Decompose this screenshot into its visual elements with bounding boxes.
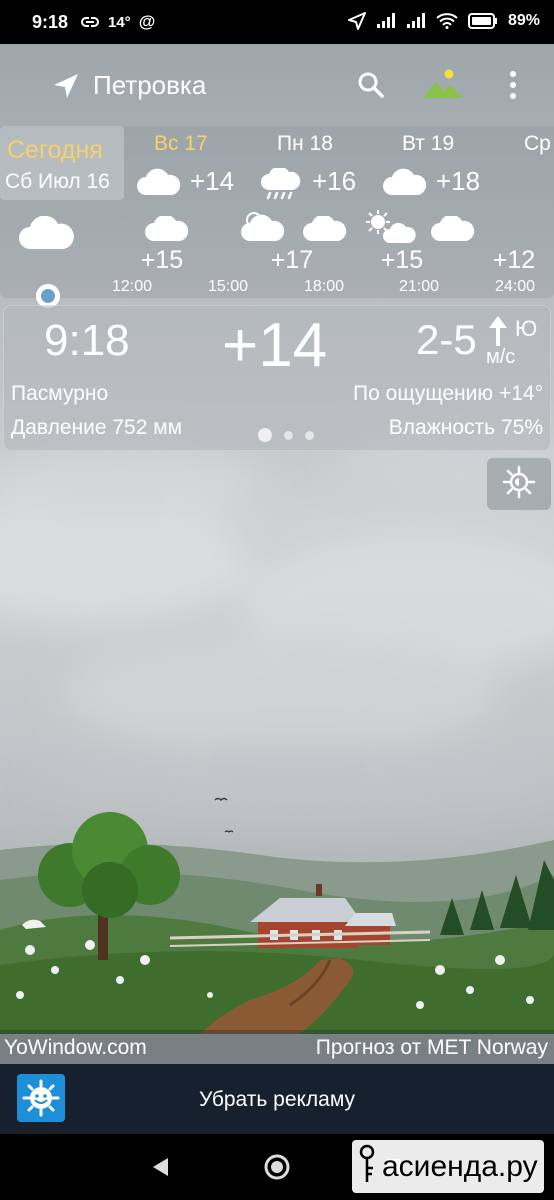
battery-icon <box>467 13 498 29</box>
location-arrow-icon[interactable] <box>52 72 80 105</box>
sun-cloud-icon <box>364 208 416 249</box>
cloud-icon <box>18 215 76 255</box>
day-tab-sun[interactable]: Вс 17 +14 <box>136 132 236 196</box>
hourly-forecast: +15 +17 +15 +12 12:00 15:00 18:00 21:00 … <box>0 208 554 308</box>
cloud-icon <box>144 214 190 247</box>
signal-icon-1 <box>376 13 396 29</box>
met-norway-credit[interactable]: Прогноз от MET Norway <box>316 1036 548 1060</box>
wind-direction: Ю <box>515 316 538 341</box>
page-indicator <box>258 428 314 442</box>
landscape-illustration <box>0 780 554 1034</box>
wind-unit: м/с <box>486 346 516 368</box>
wifi-icon <box>436 13 458 29</box>
day-tab-wed[interactable]: Ср <box>504 132 554 156</box>
day-name: Вт 19 <box>402 132 455 155</box>
yowindow-link[interactable]: YoWindow.com <box>4 1036 147 1060</box>
today-label: Сегодня <box>7 136 103 164</box>
watermark: асиенда.ру <box>352 1140 544 1193</box>
status-icons-left: 14° @ <box>80 12 155 32</box>
navigation-icon <box>347 12 366 30</box>
home-icon[interactable] <box>264 1154 290 1185</box>
credits-bar: YoWindow.com Прогноз от MET Norway <box>0 1030 554 1064</box>
cloud-icon <box>430 214 476 247</box>
cloud-icon <box>302 214 348 247</box>
hour-time: 18:00 <box>303 278 345 295</box>
feels-like: По ощущению +14° <box>353 382 543 405</box>
hour-time: 24:00 <box>494 278 536 295</box>
day-tab-mon[interactable]: Пн 18 +16 <box>260 132 370 200</box>
hour-temp: +15 <box>380 246 424 274</box>
key-icon <box>356 1144 378 1189</box>
rain-cloud-icon <box>260 166 302 207</box>
day-temp: +14 <box>190 166 235 196</box>
at-sign-icon: @ <box>138 12 156 31</box>
sun-moon-icon <box>502 465 536 504</box>
forecast-panel: Сегодня Сб Июл 16 Вс 17 +14 Пн 18 +16 Вт… <box>0 126 554 308</box>
hour-time: 12:00 <box>111 278 153 295</box>
status-bar: 9:18 14° @ 89% <box>0 0 554 44</box>
pressure: Давление 752 мм <box>11 416 183 439</box>
remove-ads-label: Убрать рекламу <box>198 1088 356 1111</box>
humidity: Влажность 75% <box>388 416 543 439</box>
day-name: Вс 17 <box>154 132 208 155</box>
search-icon[interactable] <box>356 70 386 105</box>
bird <box>214 797 228 802</box>
cloud-icon <box>136 168 182 201</box>
cloud-icon <box>382 168 428 201</box>
hour-time: 15:00 <box>207 278 249 295</box>
page-dot-active <box>258 428 272 442</box>
landscape-icon[interactable] <box>421 68 465 105</box>
back-icon[interactable] <box>150 1156 170 1183</box>
status-time: 9:18 <box>32 12 69 32</box>
hour-temp: +12 <box>492 246 536 274</box>
location-name[interactable]: Петровка <box>93 70 206 101</box>
page-dot <box>284 430 293 440</box>
tab-today[interactable]: Сегодня Сб Июл 16 <box>0 126 124 200</box>
current-conditions-panel[interactable]: 9:18 +14 2-5 Ю м/с Пасмурно По ощущению … <box>3 305 551 451</box>
battery-percent: 89% <box>507 12 540 29</box>
more-vert-icon[interactable] <box>508 70 518 105</box>
wind-speed: 2-5 <box>416 316 477 363</box>
hour-temp: +17 <box>270 246 314 274</box>
hour-temp: +15 <box>140 246 184 274</box>
remove-ads-bar[interactable]: Убрать рекламу <box>0 1064 554 1134</box>
day-temp: +16 <box>312 166 357 196</box>
current-time: 9:18 <box>44 316 130 365</box>
day-name: Ср <box>524 132 551 155</box>
page-dot <box>305 430 314 440</box>
weather-mode-button[interactable] <box>487 458 551 510</box>
day-temp: +18 <box>436 166 481 196</box>
bird <box>224 830 234 833</box>
watermark-text: асиенда.ру <box>382 1149 538 1183</box>
weather-condition: Пасмурно <box>11 382 109 405</box>
partly-cloudy-icon <box>240 210 286 247</box>
link-icon <box>80 16 100 28</box>
signal-icon-2 <box>406 13 426 29</box>
day-tab-tue[interactable]: Вт 19 +18 <box>382 132 492 196</box>
day-name: Пн 18 <box>277 132 333 155</box>
status-icons-right: 89% <box>347 12 540 30</box>
current-temperature: +14 <box>222 311 328 380</box>
app-header: Петровка <box>0 44 554 126</box>
temperature-badge: 14° <box>108 13 131 31</box>
today-date: Сб Июл 16 <box>5 170 110 193</box>
hour-time: 21:00 <box>398 278 440 295</box>
